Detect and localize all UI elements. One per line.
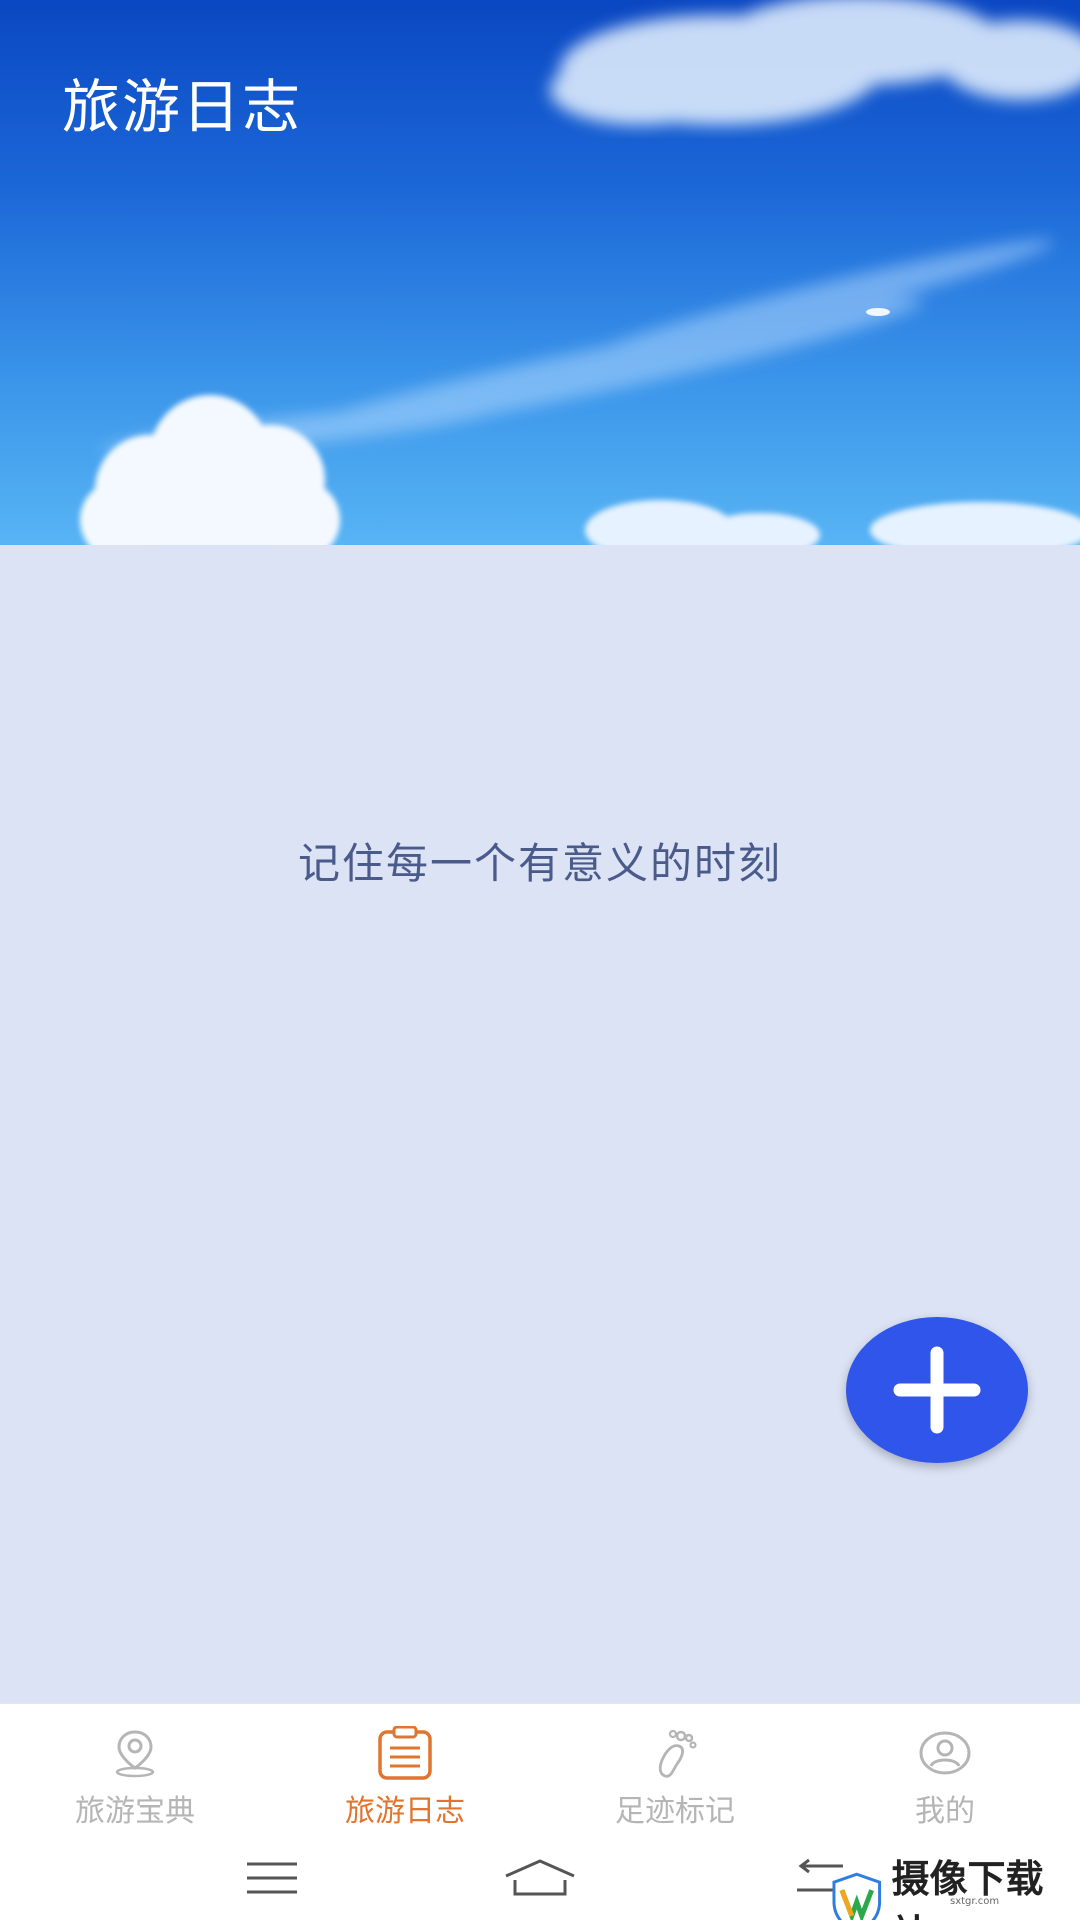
nav-item-journal[interactable]: 旅游日志 — [270, 1704, 540, 1839]
footprint-icon — [645, 1726, 705, 1780]
header-banner: 旅游日志 — [0, 0, 1080, 545]
watermark-text: 摄像下载站 — [891, 1857, 1044, 1920]
bottom-navigation: 旅游宝典 旅游日志 足迹标记 我的 — [0, 1703, 1080, 1839]
nav-label-profile: 我的 — [915, 1794, 975, 1829]
home-icon — [505, 1859, 575, 1896]
plus-icon — [893, 1346, 981, 1434]
shield-logo-icon — [832, 1872, 882, 1920]
location-pin-icon — [105, 1726, 165, 1780]
nav-label-footprints: 足迹标记 — [615, 1794, 735, 1829]
nav-label-journal: 旅游日志 — [345, 1794, 465, 1829]
menu-icon — [247, 1862, 297, 1894]
journal-list-area: 记住每一个有意义的时刻 — [0, 545, 1080, 1703]
nav-item-footprints[interactable]: 足迹标记 — [540, 1704, 810, 1839]
watermark-subtext: sxtgr.com — [950, 1896, 1000, 1907]
add-journal-button[interactable] — [846, 1317, 1028, 1463]
profile-icon — [915, 1726, 975, 1780]
app-root: 旅游日志 记住每一个有意义的时刻 旅游宝典 旅游日志 足迹标记 我的 摄像下载 … — [0, 0, 1080, 1920]
clipboard-icon — [375, 1726, 435, 1780]
nav-label-guide: 旅游宝典 — [75, 1794, 195, 1829]
page-title: 旅游日志 — [62, 73, 303, 141]
nav-item-profile[interactable]: 我的 — [810, 1704, 1080, 1839]
empty-state-text: 记住每一个有意义的时刻 — [297, 839, 782, 888]
system-menu-button[interactable] — [232, 1848, 312, 1908]
system-home-button[interactable] — [500, 1848, 580, 1908]
nav-item-guide[interactable]: 旅游宝典 — [0, 1704, 270, 1839]
watermark-logo: 摄像下载站 sxtgr.com — [830, 1848, 1080, 1920]
